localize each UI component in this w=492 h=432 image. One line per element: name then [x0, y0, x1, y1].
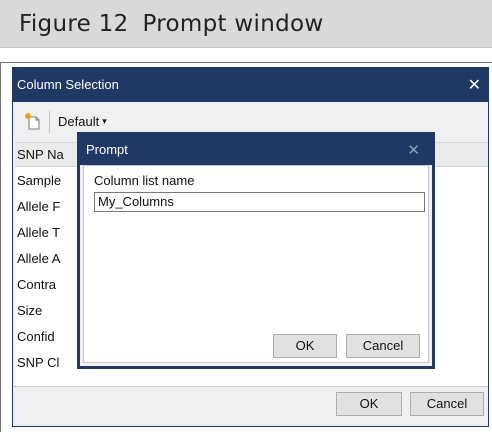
- window-title: Column Selection: [17, 77, 119, 92]
- prompt-body: Column list name My_Columns OK Cancel: [83, 165, 429, 363]
- prompt-cancel-button[interactable]: Cancel: [346, 334, 420, 358]
- prompt-close-icon[interactable]: ✕: [407, 141, 420, 159]
- column-list-name-label: Column list name: [94, 173, 195, 188]
- column-list-name-input[interactable]: My_Columns: [94, 192, 425, 212]
- toolbar-separator: [49, 111, 50, 133]
- figure-number: Figure 12: [19, 11, 129, 37]
- chevron-down-icon: ▾: [102, 116, 107, 126]
- page-border-top: [0, 62, 492, 63]
- default-dropdown[interactable]: Default ▾: [58, 114, 107, 129]
- cancel-button[interactable]: Cancel: [410, 392, 484, 416]
- default-dropdown-label: Default: [58, 114, 100, 129]
- ok-button[interactable]: OK: [336, 392, 402, 416]
- figure-caption: Figure 12 Prompt window: [19, 11, 324, 37]
- footer-divider: [13, 386, 488, 387]
- figure-caption-band: Figure 12 Prompt window: [0, 0, 492, 48]
- window-titlebar: Column Selection ✕: [13, 68, 488, 102]
- new-list-icon[interactable]: [23, 112, 43, 132]
- prompt-titlebar: Prompt ✕: [80, 135, 432, 165]
- window-close-icon[interactable]: ✕: [468, 75, 481, 95]
- prompt-ok-button[interactable]: OK: [273, 334, 337, 358]
- prompt-dialog: Prompt ✕ Column list name My_Columns OK …: [77, 132, 435, 369]
- page-border-left: [0, 62, 1, 432]
- prompt-title: Prompt: [86, 142, 128, 157]
- figure-caption-text: Prompt window: [142, 11, 324, 37]
